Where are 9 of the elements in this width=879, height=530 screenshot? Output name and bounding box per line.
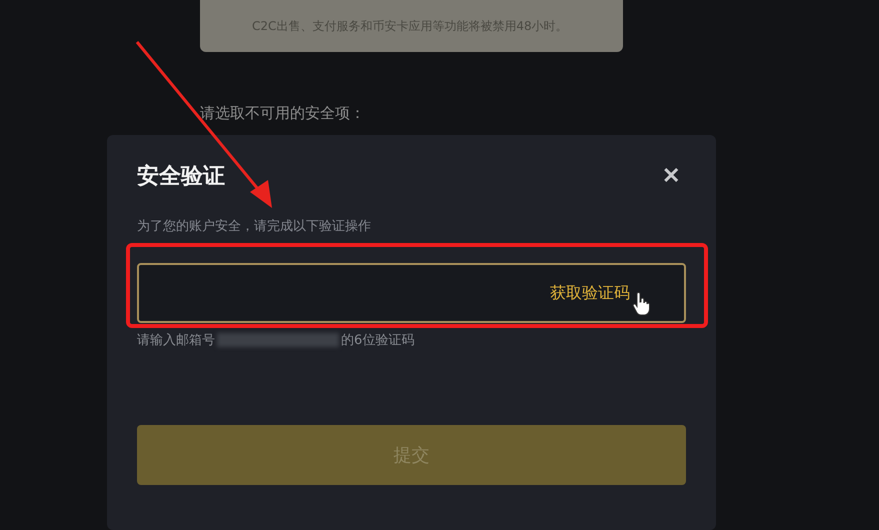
get-code-link[interactable]: 获取验证码 [550, 282, 630, 304]
dialog-subtitle: 为了您的账户安全，请完成以下验证操作 [137, 218, 372, 236]
code-input-field[interactable]: 获取验证码 [137, 263, 686, 324]
hint-text: 请输入邮箱号 [137, 332, 215, 350]
dialog-title: 安全验证 [137, 162, 225, 192]
security-prompt: 请选取不可用的安全项： [200, 104, 366, 124]
hint-text: 的6位验证码 [341, 332, 414, 350]
close-button[interactable]: ✕ [656, 163, 686, 190]
hand-cursor-icon [632, 292, 650, 316]
